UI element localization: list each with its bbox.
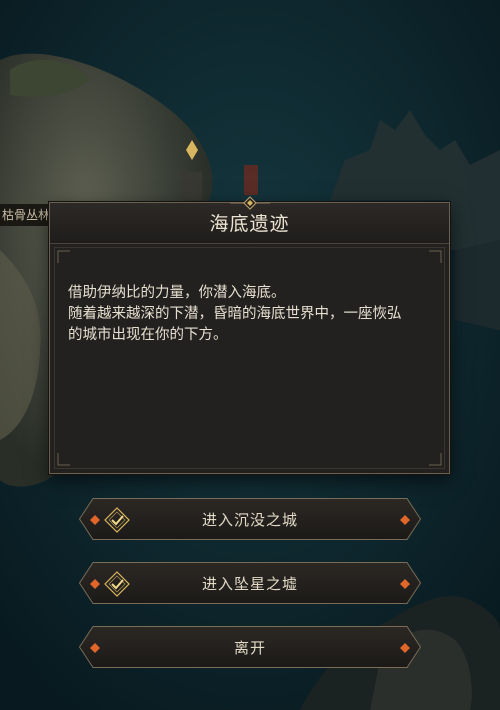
gem-icon <box>400 579 410 589</box>
dialog-description: 借助伊纳比的力量，你潜入海底。 随着越来越深的下潜，昏暗的海底世界中，一座恢弘 … <box>68 283 433 346</box>
description-line: 借助伊纳比的力量，你潜入海底。 <box>68 285 286 301</box>
dialog-body <box>54 247 445 469</box>
option-label: 进入坠星之墟 <box>201 575 298 593</box>
corner-ornament-icon <box>57 453 70 466</box>
option-leave-button[interactable]: 离开 <box>79 626 421 668</box>
option-enter-fallen-star-ruins-button[interactable]: 进入坠星之墟 <box>79 562 421 604</box>
corner-ornament-icon <box>57 250 70 263</box>
option-label: 进入沉没之城 <box>201 511 298 529</box>
corner-ornament-icon <box>429 453 442 466</box>
gem-icon <box>400 643 410 653</box>
gem-icon <box>400 515 410 525</box>
description-line: 的城市出现在你的下方。 <box>68 327 228 343</box>
corner-ornament-icon <box>429 250 442 263</box>
description-line: 随着越来越深的下潜，昏暗的海底世界中，一座恢弘 <box>68 306 402 322</box>
option-label: 离开 <box>233 639 266 657</box>
option-enter-sunken-city-button[interactable]: 进入沉没之城 <box>79 498 421 540</box>
event-dialog: 海底遗迹 借助伊纳比的力量，你潜入海底。 随着越来越深的下潜，昏暗的海底世界中，… <box>49 196 450 474</box>
dialog-title: 海底遗迹 <box>209 213 290 235</box>
